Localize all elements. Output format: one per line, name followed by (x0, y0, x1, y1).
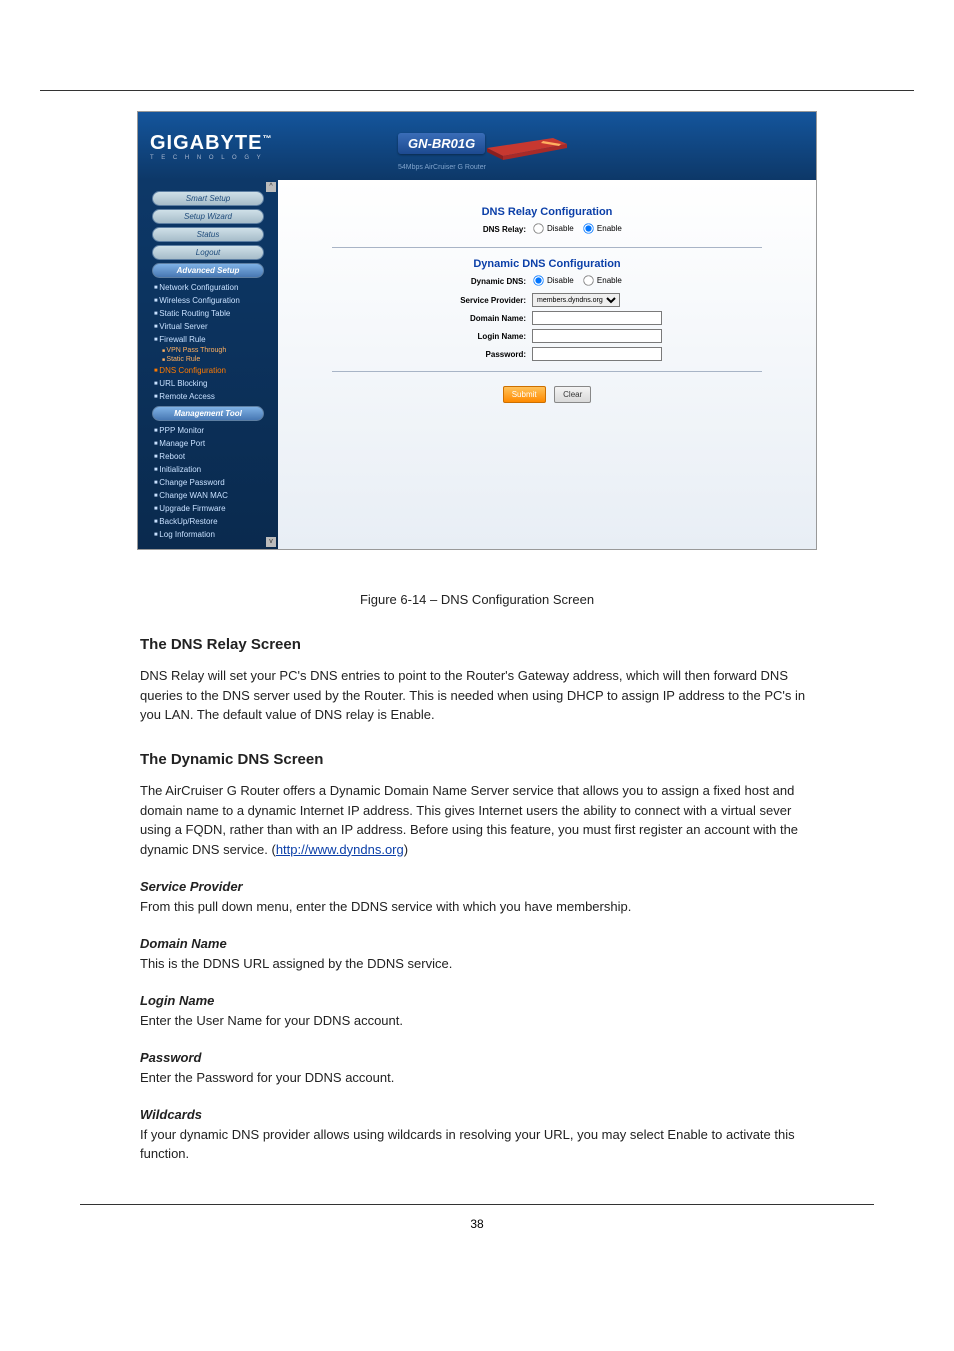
sp-field-text: From this pull down menu, enter the DDNS… (140, 899, 631, 914)
logo-subtext: T E C H N O L O G Y (150, 155, 272, 161)
sidebar-mgmt-header[interactable]: Management Tool (152, 406, 264, 421)
sidebar-network-config[interactable]: Network Configuration (144, 281, 272, 294)
service-provider-label: Service Provider: (382, 296, 532, 305)
model-subtitle: 54Mbps AirCruiser G Router (398, 164, 571, 171)
dn-field-label: Domain Name (140, 936, 227, 951)
sidebar-vpn-passthrough[interactable]: VPN Pass Through (144, 346, 272, 355)
sidebar-remote-access[interactable]: Remote Access (144, 390, 272, 403)
sidebar-manage-port[interactable]: Manage Port (144, 437, 272, 450)
dyndns-link[interactable]: http://www.dyndns.org (276, 842, 404, 857)
ddns-label: Dynamic DNS: (382, 277, 532, 286)
submit-button[interactable]: Submit (503, 386, 546, 403)
sp-field-label: Service Provider (140, 879, 243, 894)
ln-field-label: Login Name (140, 993, 214, 1008)
content-pane: DNS Relay Configuration DNS Relay: Disab… (278, 180, 816, 549)
clear-button[interactable]: Clear (554, 386, 591, 403)
sidebar-status[interactable]: Status (152, 227, 264, 242)
password-label: Password: (382, 350, 532, 359)
login-name-input[interactable] (532, 329, 662, 343)
sidebar-url-blocking[interactable]: URL Blocking (144, 377, 272, 390)
sidebar-setup-wizard[interactable]: Setup Wizard (152, 209, 264, 224)
screenshot-header: GIGABYTE™ T E C H N O L O G Y GN-BR01G 5… (138, 112, 816, 180)
pw-field-label: Password (140, 1050, 201, 1065)
dns-relay-heading: The DNS Relay Screen (140, 634, 814, 657)
dns-relay-paragraph: DNS Relay will set your PC's DNS entries… (140, 666, 814, 725)
dns-relay-title: DNS Relay Configuration (292, 206, 802, 218)
sidebar-ppp-monitor[interactable]: PPP Monitor (144, 424, 272, 437)
sidebar-static-rule[interactable]: Static Rule (144, 355, 272, 364)
sidebar-change-password[interactable]: Change Password (144, 476, 272, 489)
sidebar-initialization[interactable]: Initialization (144, 463, 272, 476)
dns-relay-label: DNS Relay: (382, 225, 532, 234)
dns-relay-disable[interactable]: Disable (532, 222, 574, 235)
gigabyte-logo: GIGABYTE™ (150, 132, 272, 155)
router-admin-screenshot: GIGABYTE™ T E C H N O L O G Y GN-BR01G 5… (137, 111, 817, 550)
ddns-paragraph: The AirCruiser G Router offers a Dynamic… (140, 781, 814, 859)
sidebar-logout[interactable]: Logout (152, 245, 264, 260)
sidebar-reboot[interactable]: Reboot (144, 450, 272, 463)
sidebar-log-information[interactable]: Log Information (144, 528, 272, 541)
password-input[interactable] (532, 347, 662, 361)
document-body: Figure 6-14 – DNS Configuration Screen T… (140, 590, 814, 1164)
router-image (481, 124, 571, 162)
ddns-disable[interactable]: Disable (532, 274, 574, 287)
ddns-title: Dynamic DNS Configuration (292, 258, 802, 270)
scroll-down-icon[interactable]: v (266, 537, 276, 547)
service-provider-select[interactable]: members.dyndns.org (532, 293, 620, 307)
scroll-up-icon[interactable]: ^ (266, 182, 276, 192)
wc-field-label: Wildcards (140, 1107, 202, 1122)
wc-field-text: If your dynamic DNS provider allows usin… (140, 1127, 795, 1162)
sidebar-backup-restore[interactable]: BackUp/Restore (144, 515, 272, 528)
sidebar-smart-setup[interactable]: Smart Setup (152, 191, 264, 206)
model-badge: GN-BR01G (398, 133, 485, 154)
sidebar-wireless-config[interactable]: Wireless Configuration (144, 294, 272, 307)
ddns-heading: The Dynamic DNS Screen (140, 749, 814, 772)
domain-name-input[interactable] (532, 311, 662, 325)
login-name-label: Login Name: (382, 332, 532, 341)
domain-name-label: Domain Name: (382, 314, 532, 323)
sidebar-advanced-setup-header[interactable]: Advanced Setup (152, 263, 264, 278)
sidebar-upgrade-firmware[interactable]: Upgrade Firmware (144, 502, 272, 515)
sidebar-firewall-rule[interactable]: Firewall Rule (144, 333, 272, 346)
sidebar: ^ Smart Setup Setup Wizard Status Logout… (138, 180, 278, 549)
pw-field-text: Enter the Password for your DDNS account… (140, 1070, 394, 1085)
sidebar-change-wan-mac[interactable]: Change WAN MAC (144, 489, 272, 502)
sidebar-static-routing[interactable]: Static Routing Table (144, 307, 272, 320)
dns-relay-enable[interactable]: Enable (582, 222, 622, 235)
ddns-enable[interactable]: Enable (582, 274, 622, 287)
page-number: 38 (40, 1217, 914, 1231)
sidebar-virtual-server[interactable]: Virtual Server (144, 320, 272, 333)
sidebar-dns-config[interactable]: DNS Configuration (144, 364, 272, 377)
figure-caption: Figure 6-14 – DNS Configuration Screen (140, 590, 814, 610)
dn-field-text: This is the DDNS URL assigned by the DDN… (140, 956, 452, 971)
ln-field-text: Enter the User Name for your DDNS accoun… (140, 1013, 403, 1028)
